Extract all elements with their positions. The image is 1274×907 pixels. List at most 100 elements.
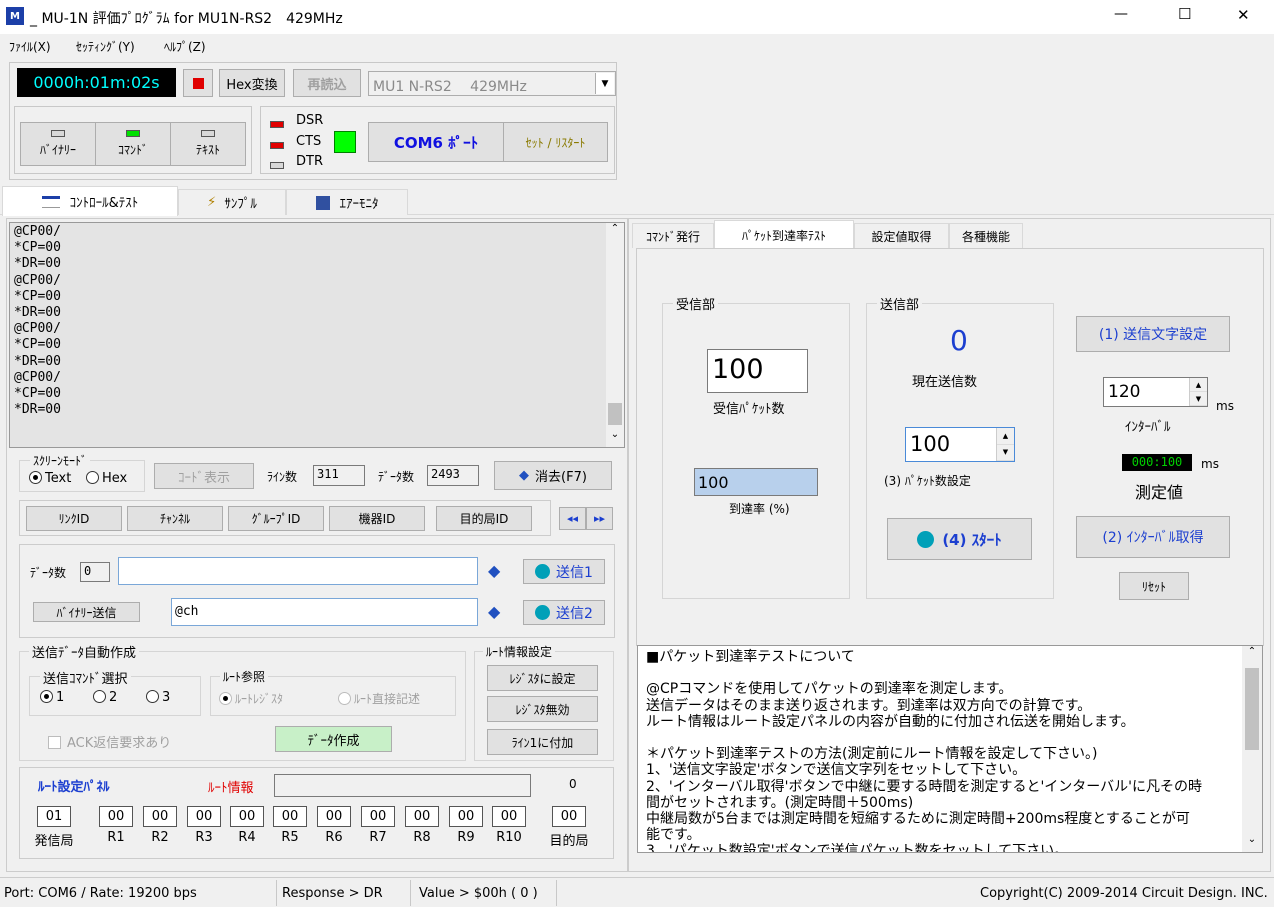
channel-button[interactable]: ﾁｬﾝﾈﾙ bbox=[127, 506, 223, 531]
set-restart-button[interactable]: ｾｯﾄ / ﾘｽﾀｰﾄ bbox=[503, 122, 608, 162]
radio-cmd-1[interactable]: 1 bbox=[40, 690, 64, 705]
chevron-down-icon[interactable]: ▼ bbox=[595, 73, 614, 94]
log-line: @CP00/ bbox=[14, 321, 61, 337]
status-divider bbox=[276, 880, 277, 906]
route-box-input[interactable]: 00 bbox=[273, 806, 307, 827]
packet-count-input[interactable]: 100 ▲ ▼ bbox=[905, 427, 1015, 462]
next-icon[interactable]: ▸▸ bbox=[586, 507, 613, 530]
radio-route-direct-icon[interactable] bbox=[338, 692, 351, 705]
chevron-down-icon[interactable]: ▼ bbox=[1190, 392, 1207, 406]
command-led-icon bbox=[126, 130, 140, 137]
radio-cmd-3[interactable]: 3 bbox=[146, 690, 170, 705]
log-area[interactable]: @CP00/*CP=00 *DR=00 @CP00/*CP=00 *DR=00 @CP0… bbox=[9, 222, 625, 448]
ack-checkbox[interactable]: ACK返信要求あり bbox=[48, 732, 171, 751]
help-scrollbar[interactable]: ⌃ ⌄ bbox=[1242, 646, 1262, 852]
maximize-icon[interactable]: ☐ bbox=[1178, 5, 1191, 23]
route-box-input[interactable]: 00 bbox=[230, 806, 264, 827]
radio-cmd-3-icon[interactable] bbox=[146, 690, 159, 703]
help-line: ■パケット到達率テストについて bbox=[646, 649, 855, 665]
tab-functions[interactable]: 各種機能 bbox=[949, 223, 1023, 248]
interval-input[interactable]: 120 ▲ ▼ bbox=[1103, 377, 1208, 407]
reset-button[interactable]: ﾘｾｯﾄ bbox=[1119, 572, 1189, 600]
tab-command[interactable]: ｺﾏﾝﾄﾞ発行 bbox=[632, 223, 714, 248]
radio-route-reg-icon[interactable] bbox=[219, 692, 232, 705]
cts-label: CTS bbox=[296, 134, 322, 149]
send1-button[interactable]: 送信1 bbox=[523, 559, 605, 584]
route-box-input[interactable]: 00 bbox=[449, 806, 483, 827]
radio-route-direct[interactable]: ﾙｰﾄ直接記述 bbox=[338, 690, 420, 707]
route-box-input[interactable]: 00 bbox=[361, 806, 395, 827]
scroll-thumb[interactable] bbox=[1245, 668, 1259, 750]
clear-button[interactable]: ◆ 消去(F7) bbox=[494, 461, 612, 490]
radio-hex-icon[interactable] bbox=[86, 471, 99, 484]
prev-icon[interactable]: ◂◂ bbox=[559, 507, 586, 530]
tab-air-monitor[interactable]: ｴｱｰﾓﾆﾀ bbox=[286, 189, 408, 215]
scroll-thumb[interactable] bbox=[608, 403, 622, 425]
eraser-icon[interactable]: ◆ bbox=[488, 561, 500, 580]
menu-help[interactable]: ﾍﾙﾌﾟ(Z) bbox=[164, 38, 206, 55]
route-box-input[interactable]: 00 bbox=[552, 806, 586, 827]
hex-convert-button[interactable]: Hex変換 bbox=[219, 69, 285, 97]
eraser-icon[interactable]: ◆ bbox=[488, 602, 500, 621]
mode-binary-button[interactable]: ﾊﾞｲﾅﾘｰ bbox=[20, 122, 96, 166]
send-input-2[interactable]: @ch bbox=[171, 598, 478, 626]
tab-settings-get[interactable]: 設定値取得 bbox=[854, 223, 949, 248]
scroll-down-icon[interactable]: ⌄ bbox=[1242, 834, 1262, 852]
scroll-up-icon[interactable]: ⌃ bbox=[1242, 646, 1262, 664]
set-register-button[interactable]: ﾚｼﾞｽﾀに設定 bbox=[487, 665, 598, 691]
radio-text[interactable]: Text bbox=[29, 471, 71, 486]
get-interval-button[interactable]: (2) ｲﾝﾀｰﾊﾞﾙ取得 bbox=[1076, 516, 1230, 558]
tab-sample[interactable]: ⚡ ｻﾝﾌﾟﾙ bbox=[178, 189, 286, 215]
radio-text-icon[interactable] bbox=[29, 471, 42, 484]
start-button[interactable]: (4) ｽﾀｰﾄ bbox=[887, 518, 1032, 560]
create-data-button[interactable]: ﾃﾞｰﾀ作成 bbox=[275, 726, 392, 752]
route-box-input[interactable]: 00 bbox=[492, 806, 526, 827]
scroll-up-icon[interactable]: ⌃ bbox=[606, 223, 624, 241]
device-id-button[interactable]: 機器ID bbox=[329, 506, 425, 531]
help-text: ■パケット到達率テストについて @CPコマンドを使用してパケットの到達率を測定しま… bbox=[646, 649, 1242, 852]
scroll-down-icon[interactable]: ⌄ bbox=[606, 429, 624, 447]
route-box-input[interactable]: 01 bbox=[37, 806, 71, 827]
send-text-setting-button[interactable]: (1) 送信文字設定 bbox=[1076, 316, 1230, 352]
reread-button[interactable]: 再読込 bbox=[293, 69, 361, 97]
route-box-input[interactable]: 00 bbox=[405, 806, 439, 827]
model-select[interactable]: MU1 N-RS2 429MHz ▼ bbox=[368, 71, 616, 96]
menu-setting[interactable]: ｾｯﾃｨﾝｸﾞ(Y) bbox=[76, 38, 135, 55]
stop-button[interactable] bbox=[183, 69, 213, 97]
radio-cmd-1-icon[interactable] bbox=[40, 690, 53, 703]
disable-register-button[interactable]: ﾚｼﾞｽﾀ無効 bbox=[487, 696, 598, 722]
link-id-button[interactable]: ﾘﾝｸID bbox=[26, 506, 122, 531]
route-box-input[interactable]: 00 bbox=[99, 806, 133, 827]
log-scrollbar[interactable]: ⌃ ⌄ bbox=[606, 223, 624, 447]
tab-control-test[interactable]: ｺﾝﾄﾛｰﾙ&ﾃｽﾄ bbox=[2, 186, 178, 216]
radio-route-reg[interactable]: ﾙｰﾄﾚｼﾞｽﾀ bbox=[219, 690, 283, 707]
route-box-input[interactable]: 00 bbox=[143, 806, 177, 827]
route-box-input[interactable]: 00 bbox=[317, 806, 351, 827]
checkbox-icon[interactable] bbox=[48, 736, 61, 749]
chevron-up-icon[interactable]: ▲ bbox=[1190, 378, 1207, 392]
group-id-button[interactable]: ｸﾞﾙｰﾌﾟID bbox=[228, 506, 324, 531]
route-box-input[interactable]: 00 bbox=[187, 806, 221, 827]
code-display-button[interactable]: ｺｰﾄﾞ表示 bbox=[154, 463, 254, 489]
mode-command-button[interactable]: ｺﾏﾝﾄﾞ bbox=[95, 122, 171, 166]
radio-cmd-2[interactable]: 2 bbox=[93, 690, 117, 705]
chevron-up-icon[interactable]: ▲ bbox=[997, 428, 1014, 445]
minimize-icon[interactable]: — bbox=[1114, 6, 1128, 22]
dest-id-button[interactable]: 目的局ID bbox=[436, 506, 532, 531]
send-input-1[interactable] bbox=[118, 557, 478, 585]
add-line1-button[interactable]: ﾗｲﾝ1に付加 bbox=[487, 729, 598, 755]
help-text-area[interactable]: ■パケット到達率テストについて @CPコマンドを使用してパケットの到達率を測定しま… bbox=[637, 645, 1263, 853]
com-port-button[interactable]: COM6 ﾎﾟｰﾄ bbox=[368, 122, 504, 162]
radio-cmd-2-icon[interactable] bbox=[93, 690, 106, 703]
menu-file[interactable]: ﾌｧｲﾙ(X) bbox=[9, 38, 51, 55]
close-icon[interactable]: ✕ bbox=[1237, 6, 1250, 24]
mode-text-button[interactable]: ﾃｷｽﾄ bbox=[170, 122, 246, 166]
radio-hex[interactable]: Hex bbox=[86, 471, 127, 486]
send2-button[interactable]: 送信2 bbox=[523, 600, 605, 625]
tab-packet-test[interactable]: ﾊﾟｹｯﾄ到達率ﾃｽﾄ bbox=[714, 220, 854, 249]
binary-send-button[interactable]: ﾊﾞｲﾅﾘｰ送信 bbox=[33, 602, 140, 622]
chevron-down-icon[interactable]: ▼ bbox=[997, 444, 1014, 461]
interval-stepper[interactable]: ▲ ▼ bbox=[1189, 378, 1207, 406]
interval-ms-label: ms bbox=[1216, 399, 1234, 413]
packet-count-stepper[interactable]: ▲ ▼ bbox=[996, 428, 1014, 461]
